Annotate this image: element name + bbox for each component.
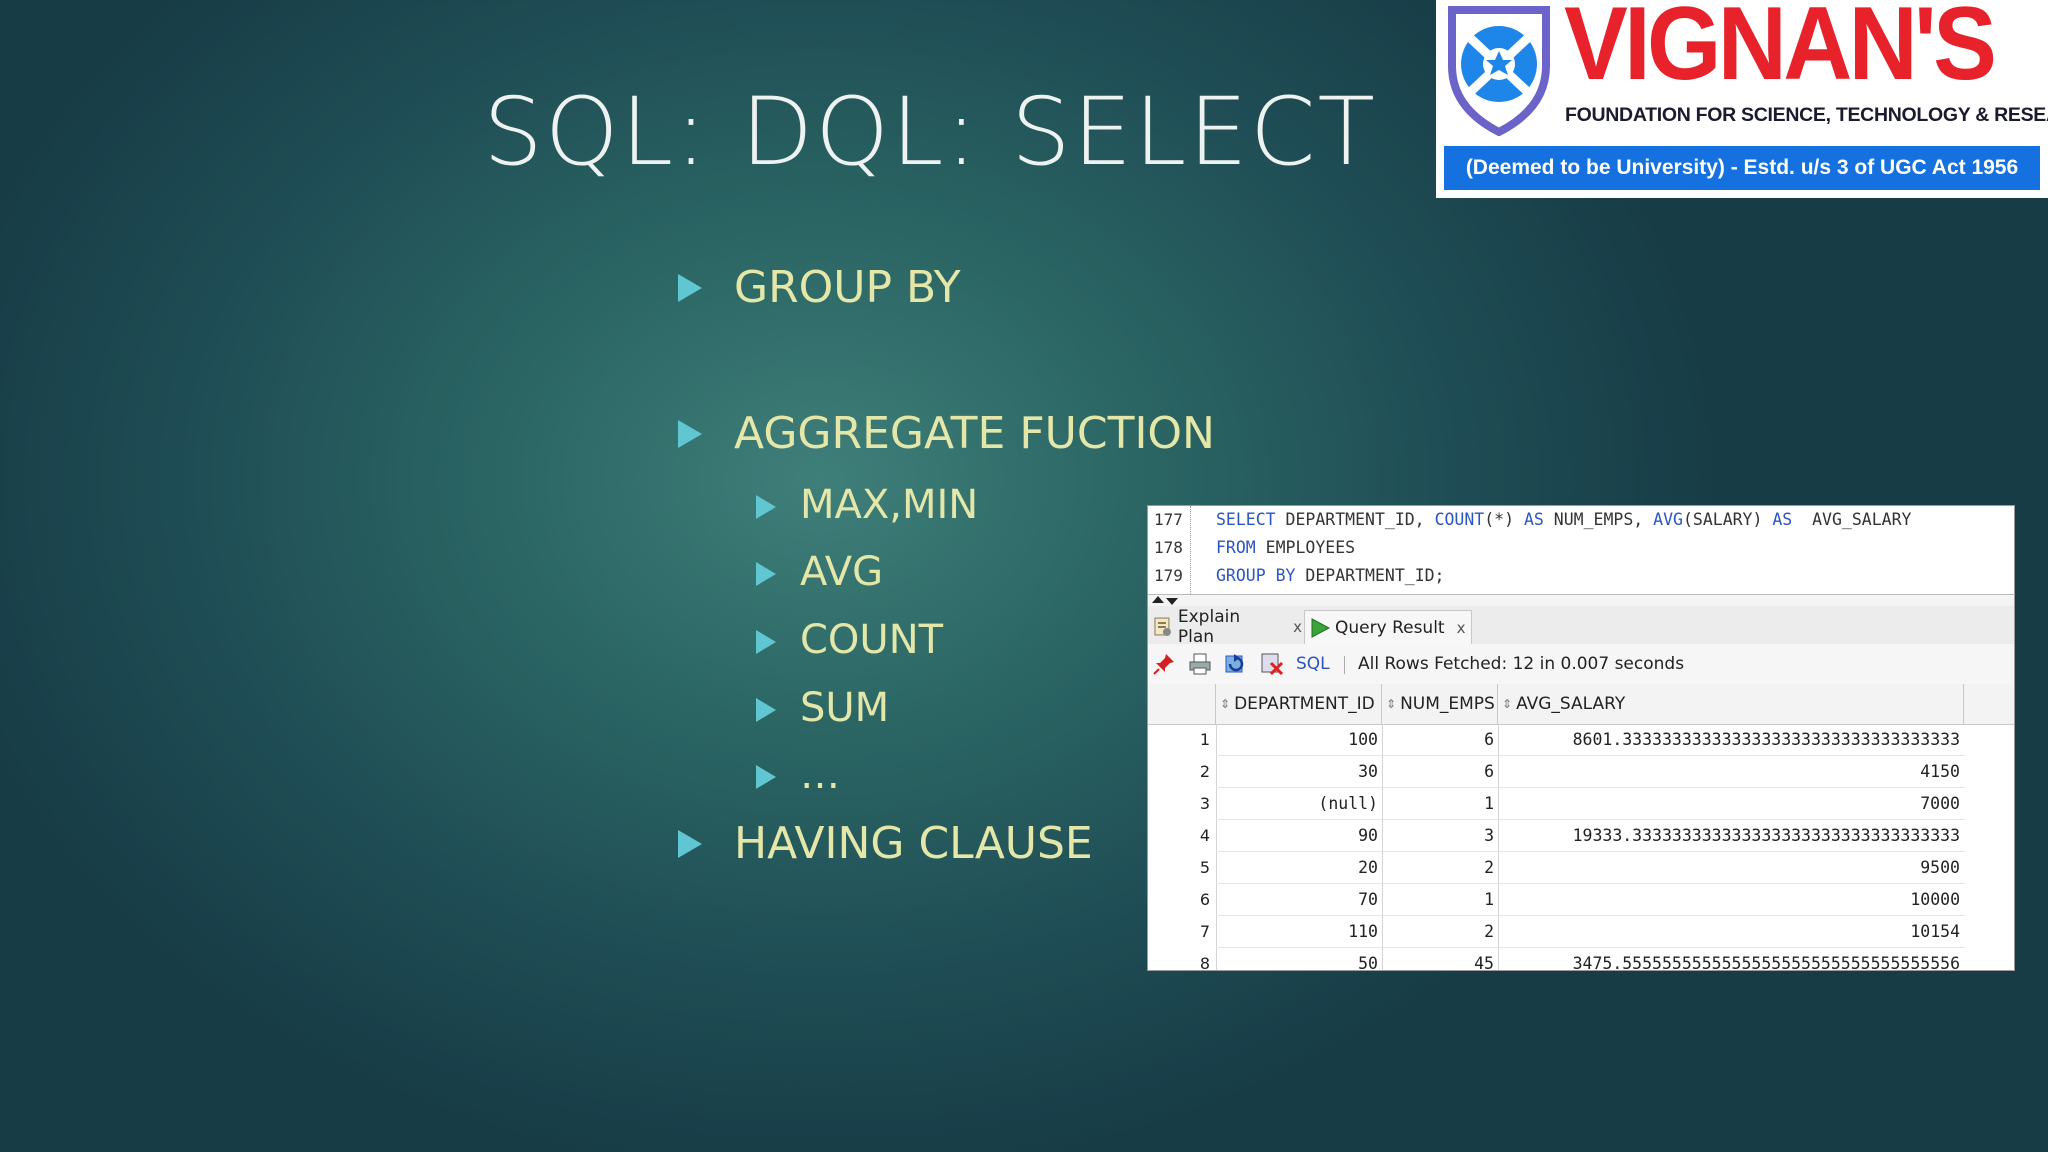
bullet-group-by: GROUP BY	[678, 262, 961, 313]
column-header-department-id[interactable]: ⇕ DEPARTMENT_ID	[1216, 684, 1382, 724]
line-number: 179	[1154, 566, 1183, 585]
column-header-num-emps[interactable]: ⇕ NUM_EMPS	[1382, 684, 1498, 724]
university-logo: VIGNAN'S FOUNDATION FOR SCIENCE, TECHNOL…	[1436, 0, 2048, 198]
sort-icon[interactable]: ⇕	[1386, 697, 1396, 711]
bullet-having-clause: HAVING CLAUSE	[678, 818, 1093, 869]
triangle-bullet-icon	[756, 630, 776, 654]
bullet-max-min: MAX,MIN	[756, 482, 978, 528]
result-tabs: Explain Plan x Query Result x	[1148, 606, 2014, 647]
pin-icon[interactable]	[1152, 652, 1176, 676]
triangle-bullet-icon	[756, 495, 776, 519]
delete-icon[interactable]	[1260, 652, 1284, 676]
line-number-gutter: 177 178 179	[1148, 506, 1191, 594]
line-number: 178	[1154, 538, 1183, 557]
bullet-count: COUNT	[756, 617, 943, 663]
toolbar-separator	[1344, 656, 1345, 674]
print-icon[interactable]	[1188, 652, 1212, 676]
fetch-status: All Rows Fetched: 12 in 0.007 seconds	[1358, 654, 1685, 674]
code-line-177: SELECT DEPARTMENT_ID, COUNT(*) AS NUM_EM…	[1216, 510, 1912, 529]
table-row[interactable]: 5 20 2 9500	[1148, 852, 2014, 884]
expand-down-icon[interactable]	[1166, 598, 1178, 605]
sql-developer-panel: 177 178 179 SELECT DEPARTMENT_ID, COUNT(…	[1147, 505, 2015, 971]
close-tab-icon[interactable]: x	[1293, 618, 1302, 636]
bullet-more: …	[756, 752, 840, 798]
triangle-bullet-icon	[678, 420, 702, 448]
code-line-178: FROM EMPLOYEES	[1216, 538, 1356, 557]
triangle-bullet-icon	[678, 274, 702, 302]
triangle-bullet-icon	[756, 698, 776, 722]
table-row[interactable]: 1 100 6 8601.333333333333333333333333333…	[1148, 724, 2014, 756]
table-row[interactable]: 2 30 6 4150	[1148, 756, 2014, 788]
code-line-179: GROUP BY DEPARTMENT_ID;	[1216, 566, 1445, 585]
tab-explain-plan[interactable]: Explain Plan x	[1150, 607, 1302, 647]
logo-band: (Deemed to be University) - Estd. u/s 3 …	[1444, 146, 2040, 190]
tab-query-result[interactable]: Query Result x	[1304, 610, 1472, 645]
logo-tagline: FOUNDATION FOR SCIENCE, TECHNOLOGY & RES…	[1565, 104, 2048, 126]
shield-emblem-icon	[1448, 6, 1550, 136]
triangle-bullet-icon	[756, 562, 776, 586]
line-number: 177	[1154, 510, 1183, 529]
run-triangle-icon	[1311, 618, 1331, 638]
sort-icon[interactable]: ⇕	[1502, 697, 1512, 711]
bullet-avg: AVG	[756, 549, 883, 595]
grid-header: ⇕ DEPARTMENT_ID ⇕ NUM_EMPS ⇕ AVG_SALARY	[1148, 684, 2014, 725]
sort-icon[interactable]: ⇕	[1220, 697, 1230, 711]
refresh-icon[interactable]	[1224, 652, 1248, 676]
table-row[interactable]: 3 (null) 1 7000	[1148, 788, 2014, 820]
logo-brand-name: VIGNAN'S	[1564, 0, 1997, 102]
close-tab-icon[interactable]: x	[1457, 619, 1466, 637]
row-number-header	[1148, 684, 1216, 724]
table-row[interactable]: 6 70 1 10000	[1148, 884, 2014, 916]
sql-link[interactable]: SQL	[1296, 654, 1330, 674]
triangle-bullet-icon	[678, 830, 702, 858]
column-header-avg-salary[interactable]: ⇕ AVG_SALARY	[1498, 684, 1964, 724]
result-toolbar: SQL All Rows Fetched: 12 in 0.007 second…	[1148, 644, 2014, 685]
bullet-sum: SUM	[756, 685, 889, 731]
sql-editor[interactable]: 177 178 179 SELECT DEPARTMENT_ID, COUNT(…	[1148, 506, 2014, 594]
table-row[interactable]: 4 90 3 19333.333333333333333333333333333…	[1148, 820, 2014, 852]
triangle-bullet-icon	[756, 765, 776, 789]
table-row[interactable]: 8 50 45 3475.555555555555555555555555555…	[1148, 948, 2014, 970]
explain-plan-icon	[1154, 617, 1171, 636]
collapse-up-icon[interactable]	[1152, 596, 1164, 603]
table-row[interactable]: 7 110 2 10154	[1148, 916, 2014, 948]
bullet-aggregate-function: AGGREGATE FUCTION	[678, 408, 1215, 459]
